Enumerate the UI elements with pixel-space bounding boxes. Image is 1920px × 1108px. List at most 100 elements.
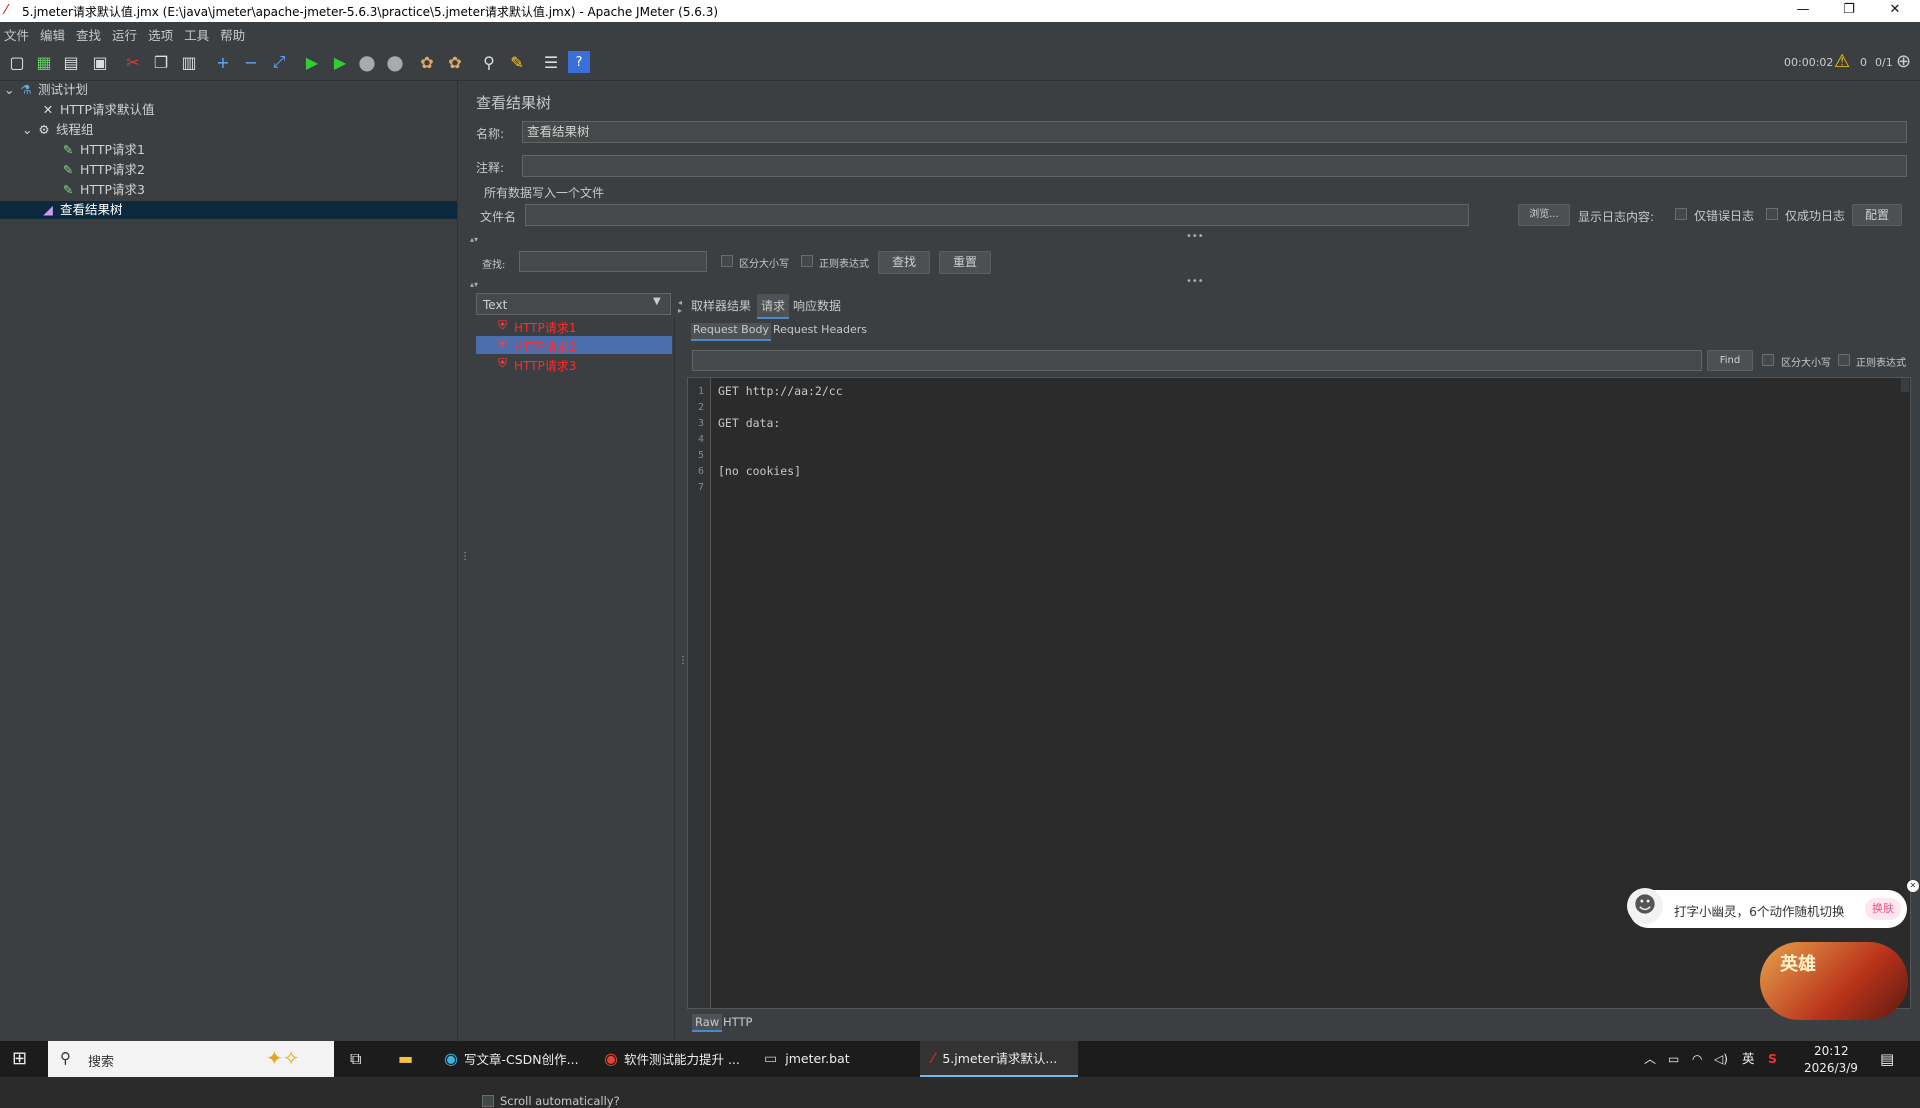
function-helper-icon[interactable]: ☰: [540, 51, 562, 73]
drag-handle-icon[interactable]: •••: [1186, 231, 1204, 242]
code-line: GET http://aa:2/cc: [718, 384, 843, 398]
shutdown-icon[interactable]: ●: [384, 50, 406, 74]
close-icon[interactable]: ✕: [1907, 880, 1919, 892]
taskbar-search-box[interactable]: ⚲ 搜索 ✦✧: [48, 1041, 334, 1077]
remote-globe-icon[interactable]: ⊕: [1896, 51, 1911, 72]
menu-help[interactable]: 帮助: [216, 22, 252, 44]
sogou-icon[interactable]: S: [1768, 1041, 1777, 1077]
menu-run[interactable]: 运行: [108, 22, 144, 44]
split-arrows-icon[interactable]: ◂ ▸: [678, 299, 682, 315]
restore-icon[interactable]: ❐: [1826, 0, 1872, 22]
tree-item-view-results-tree[interactable]: ◢ 查看结果树: [0, 201, 457, 219]
name-input[interactable]: 查看结果树: [522, 121, 1907, 143]
open-icon[interactable]: ▤: [60, 51, 82, 73]
paste-icon[interactable]: ▥: [178, 51, 200, 73]
scrollbar[interactable]: [1901, 378, 1909, 392]
menu-search[interactable]: 查找: [72, 22, 108, 44]
start-icon[interactable]: ▶: [301, 51, 323, 73]
notification-icon[interactable]: ▤: [1880, 1041, 1894, 1077]
list-item[interactable]: ⛨ HTTP请求2: [476, 336, 672, 354]
stop-icon[interactable]: ●: [356, 50, 378, 74]
case-sensitive-checkbox[interactable]: [721, 255, 733, 267]
new-icon[interactable]: ▢: [6, 51, 28, 73]
toggle-icon[interactable]: ⤢: [268, 51, 290, 73]
start-no-pause-icon[interactable]: ▶: [329, 51, 351, 73]
save-icon[interactable]: ▣: [89, 51, 111, 73]
close-icon[interactable]: ✕: [1872, 0, 1918, 22]
chevron-up-icon[interactable]: ︿: [1644, 1041, 1656, 1077]
collapse-arrows-icon[interactable]: ▴▾: [470, 280, 478, 289]
subtab-request-body[interactable]: Request Body: [691, 323, 771, 341]
game-badge-image[interactable]: 英雄: [1760, 942, 1908, 1020]
taskbar-app-cmd[interactable]: ▭ jmeter.bat: [764, 1041, 910, 1077]
errors-only-checkbox[interactable]: [1675, 208, 1687, 220]
taskbar-app-chrome[interactable]: ◉ 软件测试能力提升 ...: [604, 1041, 750, 1077]
clear-icon[interactable]: ✿: [416, 51, 438, 73]
success-only-checkbox[interactable]: [1766, 208, 1778, 220]
taskbar-app-jmeter[interactable]: ⁄ 5.jmeter请求默认...: [920, 1041, 1078, 1077]
clock-time[interactable]: 20:12: [1814, 1044, 1849, 1058]
cut-icon[interactable]: ✂: [122, 51, 144, 73]
regex-checkbox[interactable]: [801, 255, 813, 267]
renderer-select[interactable]: Text ▼: [476, 293, 671, 315]
file-explorer-icon[interactable]: ▬: [398, 1041, 413, 1077]
find-case-checkbox[interactable]: [1762, 354, 1774, 366]
collapse-arrows-icon[interactable]: ▴▾: [470, 235, 478, 244]
configure-button[interactable]: 配置: [1852, 204, 1902, 226]
chevron-down-icon[interactable]: ⌄: [4, 81, 14, 99]
wifi-icon[interactable]: ◠: [1692, 1041, 1702, 1077]
menu-file[interactable]: 文件: [0, 22, 36, 44]
filename-input[interactable]: [525, 204, 1469, 226]
browse-button[interactable]: 浏览...: [1518, 204, 1570, 226]
task-view-icon[interactable]: ⧉: [350, 1041, 361, 1077]
drag-handle-icon[interactable]: •••: [1186, 276, 1204, 287]
find-input[interactable]: [692, 350, 1702, 371]
tree-item-http-defaults[interactable]: ✕ HTTP请求默认值: [40, 101, 155, 119]
collapse-icon[interactable]: −: [240, 51, 262, 73]
reset-button[interactable]: 重置: [939, 251, 991, 274]
ime-indicator[interactable]: 英: [1742, 1041, 1755, 1077]
find-regex-checkbox[interactable]: [1838, 354, 1850, 366]
menu-edit[interactable]: 编辑: [36, 22, 72, 44]
templates-icon[interactable]: ▦: [33, 51, 55, 73]
copy-icon[interactable]: ❐: [150, 51, 172, 73]
tree-item-test-plan[interactable]: ⌄ ⚗ 测试计划: [4, 81, 88, 99]
tab-http[interactable]: HTTP: [723, 1015, 752, 1029]
clock-date[interactable]: 2026/3/9: [1804, 1061, 1858, 1075]
tab-raw[interactable]: Raw: [692, 1014, 723, 1032]
skin-button[interactable]: 换肤: [1865, 898, 1901, 920]
tree-item-http-request-2[interactable]: ✎ HTTP请求2: [60, 161, 145, 179]
gear-icon: ⚙: [38, 122, 50, 137]
tab-sampler-result[interactable]: 取样器结果: [691, 297, 751, 314]
menu-options[interactable]: 选项: [144, 22, 180, 44]
volume-icon[interactable]: ◁): [1714, 1041, 1728, 1077]
list-item[interactable]: ⛨ HTTP请求3: [476, 355, 672, 373]
find-button[interactable]: Find: [1707, 350, 1753, 371]
chevron-down-icon[interactable]: ⌄: [22, 121, 32, 139]
windows-start-icon[interactable]: ⊞: [12, 1041, 27, 1077]
search-icon[interactable]: ⚲: [478, 51, 500, 73]
scroll-automatically-checkbox[interactable]: [482, 1095, 494, 1107]
reset-search-icon[interactable]: ✎: [506, 51, 528, 73]
search-button[interactable]: 查找: [878, 251, 930, 274]
tab-request[interactable]: 请求: [757, 294, 790, 319]
battery-icon[interactable]: ▭: [1668, 1041, 1679, 1077]
success-only-label: 仅成功日志: [1785, 209, 1846, 223]
menu-tools[interactable]: 工具: [180, 22, 216, 44]
comment-input[interactable]: [522, 155, 1907, 177]
list-item[interactable]: ⛨ HTTP请求1: [476, 317, 672, 335]
warning-count: 0: [1860, 56, 1867, 69]
help-icon[interactable]: ?: [568, 51, 590, 73]
expand-icon[interactable]: +: [212, 51, 234, 73]
clear-all-icon[interactable]: ✿: [444, 51, 466, 73]
tree-item-http-request-1[interactable]: ✎ HTTP请求1: [60, 141, 145, 159]
case-sensitive-label: 区分大小写: [739, 259, 789, 270]
search-input[interactable]: [519, 251, 707, 272]
tree-item-thread-group[interactable]: ⌄ ⚙ 线程组: [22, 121, 94, 139]
taskbar-app-edge[interactable]: ◉ 写文章-CSDN创作...: [444, 1041, 590, 1077]
subtab-request-headers[interactable]: Request Headers: [773, 323, 867, 336]
tree-item-http-request-3[interactable]: ✎ HTTP请求3: [60, 181, 145, 199]
tab-response-data[interactable]: 响应数据: [793, 297, 841, 314]
warning-icon[interactable]: ⚠: [1834, 51, 1850, 72]
minimize-icon[interactable]: —: [1780, 0, 1826, 22]
